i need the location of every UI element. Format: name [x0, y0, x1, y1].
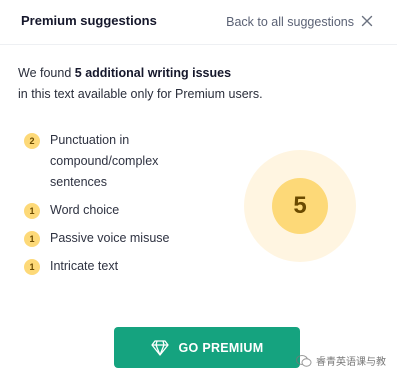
diamond-icon — [150, 339, 169, 356]
back-to-suggestions-link[interactable]: Back to all suggestions — [226, 15, 354, 29]
total-issues-circle: 5 — [244, 150, 356, 262]
go-premium-button[interactable]: GO PREMIUM — [114, 327, 300, 368]
watermark-text: 睿青英语课与教 — [316, 357, 386, 368]
intro-text: We found 5 additional writing issues in … — [18, 63, 378, 105]
watermark: 睿青英语课与教 — [296, 353, 386, 368]
issue-item: 2 Punctuation in compound/complex senten… — [24, 130, 224, 193]
issue-label: Intricate text — [50, 259, 119, 273]
panel-header: Premium suggestions Back to all suggesti… — [0, 0, 397, 45]
issue-item: 1 Word choice — [24, 200, 224, 221]
issue-count-badge: 1 — [24, 259, 40, 275]
issue-label: Passive voice misuse — [50, 231, 170, 245]
issue-item: 1 Intricate text — [24, 256, 224, 277]
issue-item: 1 Passive voice misuse — [24, 228, 224, 249]
issue-count-badge: 1 — [24, 203, 40, 219]
total-issues-count: 5 — [272, 178, 328, 234]
wechat-icon — [296, 354, 312, 367]
issue-list: 2 Punctuation in compound/complex senten… — [24, 130, 224, 284]
intro-prefix: We found — [18, 66, 75, 80]
intro-suffix: in this text available only for Premium … — [18, 87, 263, 101]
issue-label: Word choice — [50, 203, 120, 217]
panel-title: Premium suggestions — [21, 13, 157, 28]
close-icon[interactable] — [357, 11, 377, 31]
issue-label: Punctuation in compound/complex sentence… — [50, 133, 159, 189]
issue-count-badge: 1 — [24, 231, 40, 247]
issue-count-badge: 2 — [24, 133, 40, 149]
go-premium-label: GO PREMIUM — [178, 340, 264, 355]
intro-highlight: 5 additional writing issues — [74, 66, 232, 80]
